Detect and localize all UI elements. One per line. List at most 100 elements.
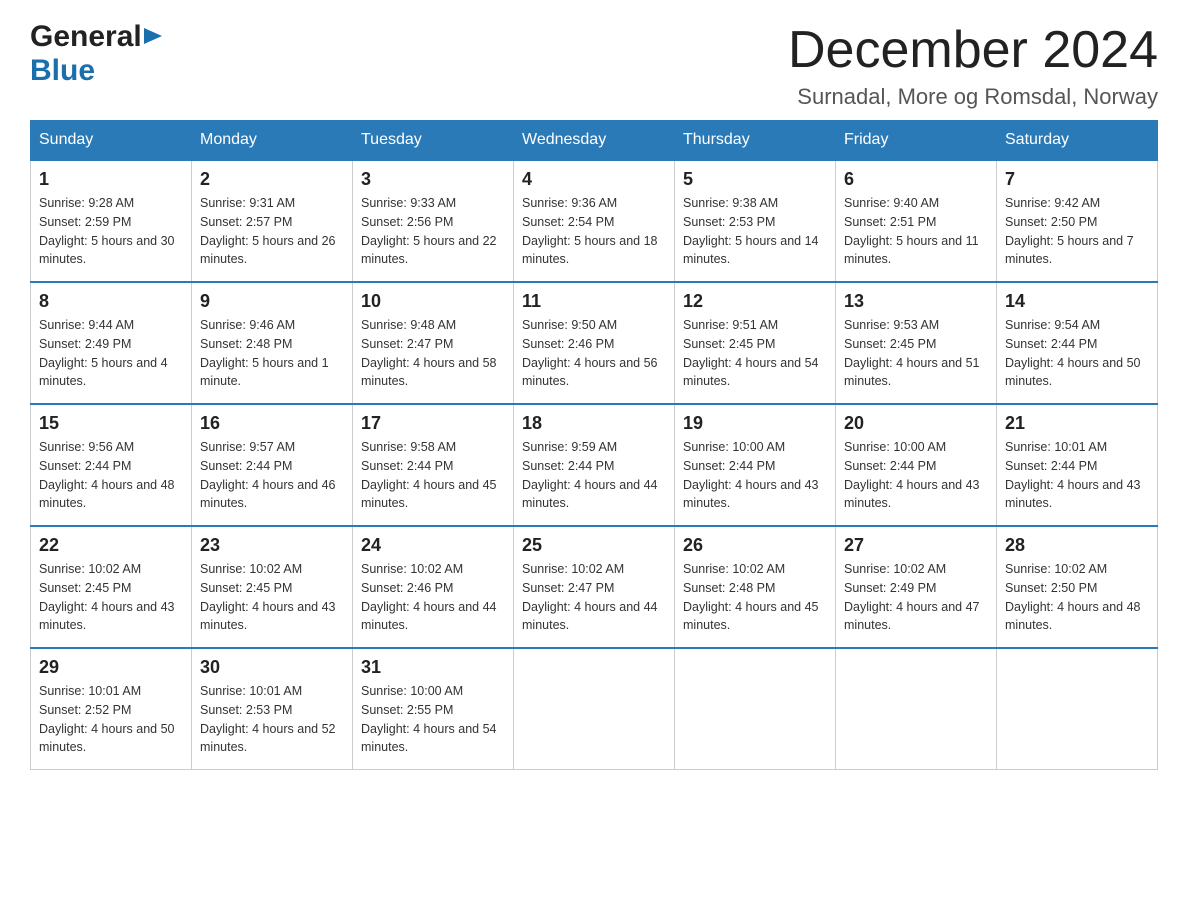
calendar-week-row: 29 Sunrise: 10:01 AMSunset: 2:52 PMDaylig…	[31, 648, 1158, 770]
day-info: Sunrise: 9:44 AMSunset: 2:49 PMDaylight:…	[39, 316, 183, 391]
day-info: Sunrise: 10:02 AMSunset: 2:50 PMDaylight…	[1005, 560, 1149, 635]
calendar-day-cell: 26 Sunrise: 10:02 AMSunset: 2:48 PMDaylig…	[675, 526, 836, 648]
calendar-day-cell: 6 Sunrise: 9:40 AMSunset: 2:51 PMDaylight…	[836, 160, 997, 282]
day-number: 13	[844, 291, 988, 312]
day-number: 14	[1005, 291, 1149, 312]
day-number: 28	[1005, 535, 1149, 556]
day-number: 18	[522, 413, 666, 434]
day-info: Sunrise: 9:54 AMSunset: 2:44 PMDaylight:…	[1005, 316, 1149, 391]
calendar-day-cell: 30 Sunrise: 10:01 AMSunset: 2:53 PMDaylig…	[192, 648, 353, 770]
day-number: 2	[200, 169, 344, 190]
day-info: Sunrise: 9:40 AMSunset: 2:51 PMDaylight:…	[844, 194, 988, 269]
calendar-day-cell: 19Sunrise: 10:00 AMSunset: 2:44 PMDaylig…	[675, 404, 836, 526]
day-number: 24	[361, 535, 505, 556]
calendar-empty-cell	[836, 648, 997, 770]
day-number: 25	[522, 535, 666, 556]
day-number: 20	[844, 413, 988, 434]
day-number: 31	[361, 657, 505, 678]
day-number: 12	[683, 291, 827, 312]
calendar-table: SundayMondayTuesdayWednesdayThursdayFrid…	[30, 120, 1158, 770]
weekday-header-friday: Friday	[836, 121, 997, 161]
calendar-week-row: 22 Sunrise: 10:02 AMSunset: 2:45 PMDaylig…	[31, 526, 1158, 648]
day-number: 5	[683, 169, 827, 190]
logo-triangle-icon	[144, 26, 162, 46]
day-info: Sunrise: 10:01 AMSunset: 2:44 PMDaylight…	[1005, 438, 1149, 513]
day-info: Sunrise: 10:02 AMSunset: 2:48 PMDaylight…	[683, 560, 827, 635]
day-info: Sunrise: 10:00 AMSunset: 2:55 PMDaylight…	[361, 682, 505, 757]
day-number: 6	[844, 169, 988, 190]
day-number: 16	[200, 413, 344, 434]
page-header: General Blue December 2024 Surnadal, Mor…	[30, 20, 1158, 110]
day-info: Sunrise: 9:33 AMSunset: 2:56 PMDaylight:…	[361, 194, 505, 269]
day-info: Sunrise: 9:38 AMSunset: 2:53 PMDaylight:…	[683, 194, 827, 269]
calendar-day-cell: 23Sunrise: 10:02 AMSunset: 2:45 PMDaylig…	[192, 526, 353, 648]
day-number: 15	[39, 413, 183, 434]
calendar-empty-cell	[675, 648, 836, 770]
logo-text-blue: Blue	[30, 54, 95, 87]
calendar-day-cell: 27 Sunrise: 10:02 AMSunset: 2:49 PMDaylig…	[836, 526, 997, 648]
calendar-week-row: 8 Sunrise: 9:44 AMSunset: 2:49 PMDaylight…	[31, 282, 1158, 404]
day-number: 23	[200, 535, 344, 556]
weekday-header-saturday: Saturday	[997, 121, 1158, 161]
calendar-day-cell: 7 Sunrise: 9:42 AMSunset: 2:50 PMDaylight…	[997, 160, 1158, 282]
month-title: December 2024	[788, 20, 1158, 80]
day-info: Sunrise: 9:31 AMSunset: 2:57 PMDaylight:…	[200, 194, 344, 269]
day-number: 3	[361, 169, 505, 190]
calendar-day-cell: 11 Sunrise: 9:50 AMSunset: 2:46 PMDayligh…	[514, 282, 675, 404]
day-number: 11	[522, 291, 666, 312]
calendar-day-cell: 28 Sunrise: 10:02 AMSunset: 2:50 PMDaylig…	[997, 526, 1158, 648]
day-number: 19	[683, 413, 827, 434]
calendar-day-cell: 3 Sunrise: 9:33 AMSunset: 2:56 PMDaylight…	[353, 160, 514, 282]
calendar-empty-cell	[514, 648, 675, 770]
calendar-day-cell: 10 Sunrise: 9:48 AMSunset: 2:47 PMDayligh…	[353, 282, 514, 404]
calendar-day-cell: 21 Sunrise: 10:01 AMSunset: 2:44 PMDaylig…	[997, 404, 1158, 526]
day-number: 8	[39, 291, 183, 312]
calendar-day-cell: 1Sunrise: 9:28 AMSunset: 2:59 PMDaylight…	[31, 160, 192, 282]
day-number: 26	[683, 535, 827, 556]
day-info: Sunrise: 10:01 AMSunset: 2:53 PMDaylight…	[200, 682, 344, 757]
calendar-day-cell: 18Sunrise: 9:59 AMSunset: 2:44 PMDayligh…	[514, 404, 675, 526]
day-number: 29	[39, 657, 183, 678]
calendar-day-cell: 25 Sunrise: 10:02 AMSunset: 2:47 PMDaylig…	[514, 526, 675, 648]
calendar-day-cell: 12 Sunrise: 9:51 AMSunset: 2:45 PMDayligh…	[675, 282, 836, 404]
calendar-day-cell: 22 Sunrise: 10:02 AMSunset: 2:45 PMDaylig…	[31, 526, 192, 648]
day-number: 10	[361, 291, 505, 312]
day-info: Sunrise: 10:02 AMSunset: 2:45 PMDaylight…	[39, 560, 183, 635]
day-info: Sunrise: 10:02 AMSunset: 2:47 PMDaylight…	[522, 560, 666, 635]
day-info: Sunrise: 9:50 AMSunset: 2:46 PMDaylight:…	[522, 316, 666, 391]
calendar-empty-cell	[997, 648, 1158, 770]
day-info: Sunrise: 9:57 AMSunset: 2:44 PMDaylight:…	[200, 438, 344, 513]
day-info: Sunrise: 9:48 AMSunset: 2:47 PMDaylight:…	[361, 316, 505, 391]
day-info: Sunrise: 9:46 AMSunset: 2:48 PMDaylight:…	[200, 316, 344, 391]
calendar-day-cell: 5 Sunrise: 9:38 AMSunset: 2:53 PMDaylight…	[675, 160, 836, 282]
title-block: December 2024 Surnadal, More og Romsdal,…	[788, 20, 1158, 110]
day-number: 4	[522, 169, 666, 190]
weekday-header-row: SundayMondayTuesdayWednesdayThursdayFrid…	[31, 121, 1158, 161]
calendar-day-cell: 13 Sunrise: 9:53 AMSunset: 2:45 PMDayligh…	[836, 282, 997, 404]
day-number: 27	[844, 535, 988, 556]
day-number: 9	[200, 291, 344, 312]
day-info: Sunrise: 10:02 AMSunset: 2:46 PMDaylight…	[361, 560, 505, 635]
day-info: Sunrise: 10:01 AMSunset: 2:52 PMDaylight…	[39, 682, 183, 757]
day-number: 21	[1005, 413, 1149, 434]
weekday-header-tuesday: Tuesday	[353, 121, 514, 161]
calendar-day-cell: 29 Sunrise: 10:01 AMSunset: 2:52 PMDaylig…	[31, 648, 192, 770]
calendar-day-cell: 9 Sunrise: 9:46 AMSunset: 2:48 PMDaylight…	[192, 282, 353, 404]
day-info: Sunrise: 9:36 AMSunset: 2:54 PMDaylight:…	[522, 194, 666, 269]
calendar-day-cell: 2 Sunrise: 9:31 AMSunset: 2:57 PMDaylight…	[192, 160, 353, 282]
calendar-week-row: 1Sunrise: 9:28 AMSunset: 2:59 PMDaylight…	[31, 160, 1158, 282]
day-number: 22	[39, 535, 183, 556]
day-info: Sunrise: 9:51 AMSunset: 2:45 PMDaylight:…	[683, 316, 827, 391]
location-title: Surnadal, More og Romsdal, Norway	[788, 84, 1158, 110]
day-info: Sunrise: 9:53 AMSunset: 2:45 PMDaylight:…	[844, 316, 988, 391]
day-info: Sunrise: 10:02 AMSunset: 2:49 PMDaylight…	[844, 560, 988, 635]
logo-text-general: General	[30, 20, 142, 54]
logo: General Blue	[30, 20, 162, 88]
day-info: Sunrise: 9:28 AMSunset: 2:59 PMDaylight:…	[39, 194, 183, 269]
day-number: 30	[200, 657, 344, 678]
calendar-day-cell: 4 Sunrise: 9:36 AMSunset: 2:54 PMDaylight…	[514, 160, 675, 282]
day-info: Sunrise: 9:42 AMSunset: 2:50 PMDaylight:…	[1005, 194, 1149, 269]
day-info: Sunrise: 10:00 AMSunset: 2:44 PMDaylight…	[844, 438, 988, 513]
day-number: 7	[1005, 169, 1149, 190]
weekday-header-wednesday: Wednesday	[514, 121, 675, 161]
